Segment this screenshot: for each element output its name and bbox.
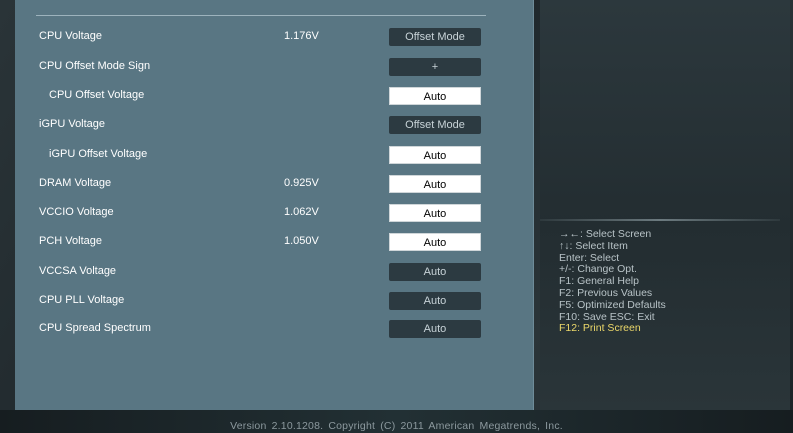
setting-label: PCH Voltage — [39, 235, 102, 247]
setting-row[interactable]: CPU Spread Spectrum Auto — [0, 318, 500, 342]
setting-row[interactable]: VCCIO Voltage 1.062V Auto — [0, 202, 500, 226]
setting-label: VCCSA Voltage — [39, 265, 117, 277]
help-item: ↑↓: Select Item — [559, 239, 628, 252]
setting-value: 1.062V — [284, 206, 319, 218]
setting-row[interactable]: VCCSA Voltage Auto — [0, 261, 500, 285]
setting-control[interactable]: Auto — [389, 146, 481, 164]
help-item: F12: Print Screen — [559, 322, 641, 335]
setting-control[interactable]: + — [389, 58, 481, 76]
setting-row[interactable]: iGPU Voltage Offset Mode — [0, 114, 500, 138]
setting-control[interactable]: Auto — [389, 204, 481, 222]
setting-value: 1.176V — [284, 30, 319, 42]
setting-control[interactable]: Offset Mode — [389, 116, 481, 134]
setting-label: VCCIO Voltage — [39, 206, 114, 218]
setting-row[interactable]: iGPU Offset Voltage Auto — [0, 144, 500, 168]
setting-control[interactable]: Auto — [389, 233, 481, 251]
setting-label: CPU PLL Voltage — [39, 294, 125, 306]
setting-label: DRAM Voltage — [39, 177, 112, 189]
setting-label: CPU Offset Voltage — [49, 89, 145, 101]
key-help-list: →←: Select Screen ↑↓: Select Item Enter: S… — [559, 228, 784, 335]
setting-control[interactable]: Auto — [389, 175, 481, 193]
setting-label: CPU Offset Mode Sign — [39, 60, 151, 72]
setting-label: iGPU Voltage — [39, 118, 106, 130]
setting-row[interactable]: CPU Voltage 1.176V Offset Mode — [0, 26, 500, 50]
version-footer: Version 2.10.1208. Copyright (C) 2011 Am… — [230, 420, 563, 432]
setting-control[interactable]: Auto — [389, 263, 481, 281]
setting-control[interactable]: Auto — [389, 87, 481, 105]
setting-row[interactable]: DRAM Voltage 0.925V Auto — [0, 173, 500, 197]
setting-label: CPU Spread Spectrum — [39, 322, 151, 334]
setting-row[interactable]: PCH Voltage 1.050V Auto — [0, 231, 500, 255]
setting-value: 0.925V — [284, 177, 319, 189]
setting-label: iGPU Offset Voltage — [49, 148, 148, 160]
help-item: F2: Previous Values — [559, 286, 653, 299]
setting-value: 1.050V — [284, 235, 319, 247]
setting-control[interactable]: Offset Mode — [389, 28, 481, 46]
help-panel — [540, 0, 790, 410]
setting-row[interactable]: CPU Offset Mode Sign + — [0, 56, 500, 80]
setting-row[interactable]: CPU Offset Voltage Auto — [0, 85, 500, 109]
setting-control[interactable]: Auto — [389, 292, 481, 310]
help-divider — [540, 219, 780, 221]
panel-divider — [36, 15, 486, 16]
help-item: F5: Optimized Defaults — [559, 298, 666, 311]
setting-row[interactable]: CPU PLL Voltage Auto — [0, 290, 500, 314]
setting-control[interactable]: Auto — [389, 320, 481, 338]
setting-label: CPU Voltage — [39, 30, 102, 42]
